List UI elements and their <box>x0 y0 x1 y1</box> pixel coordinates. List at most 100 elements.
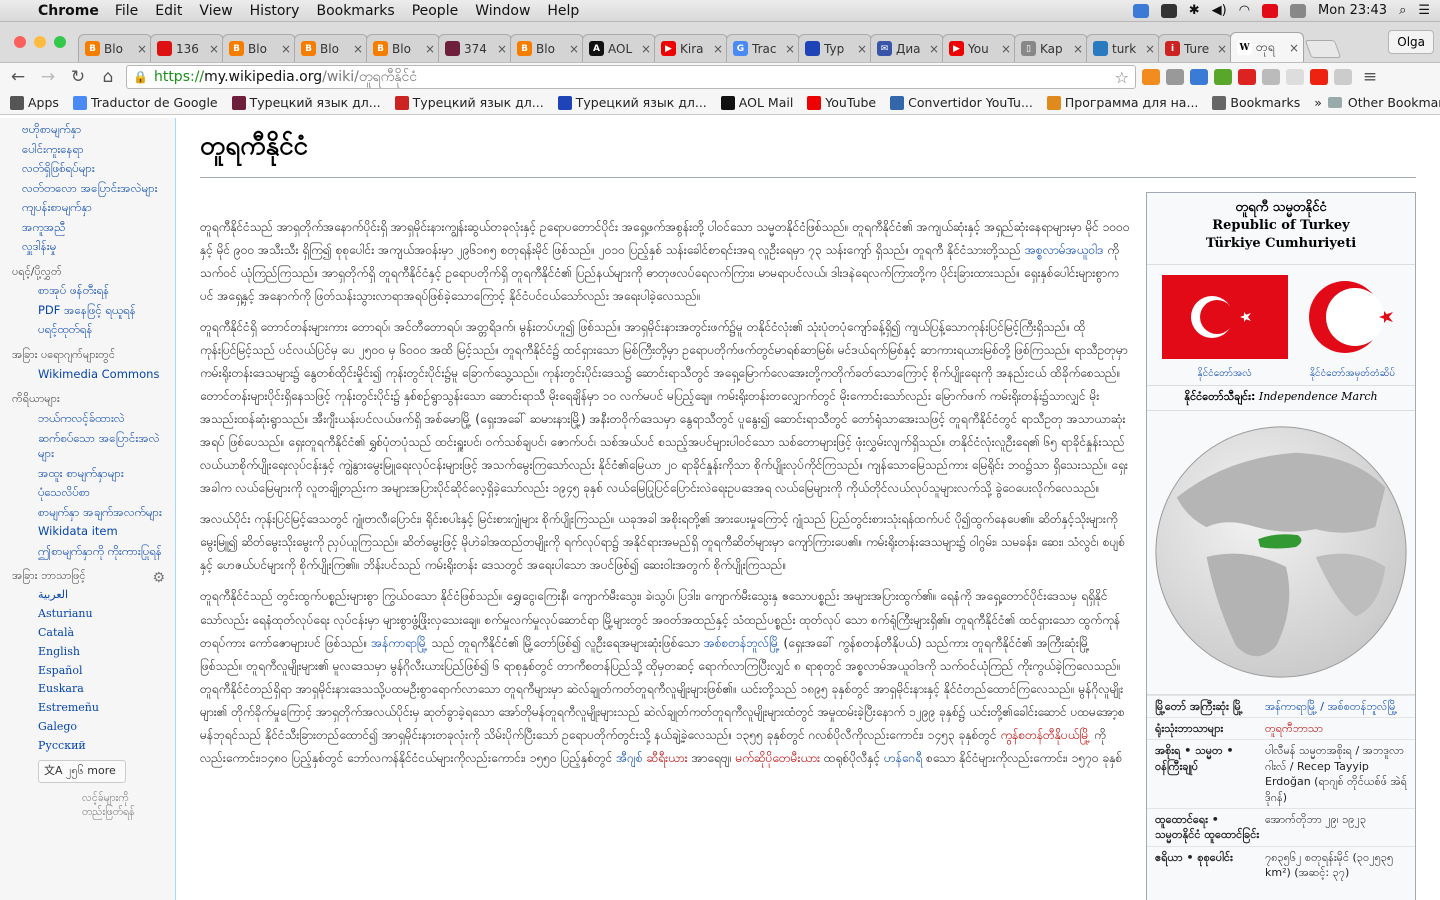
lightbulb-extension-icon[interactable] <box>1262 69 1280 85</box>
menu-window[interactable]: Window <box>475 3 530 19</box>
bookmark-star-icon[interactable]: ☆ <box>1115 68 1129 87</box>
extension-icon[interactable] <box>1166 69 1184 85</box>
sidebar-print-link[interactable]: စာအုပ် ဖန်တီးရန် <box>38 283 165 299</box>
sidebar-language-link[interactable]: Euskara <box>38 682 165 697</box>
sidebar-language-link[interactable]: Español <box>38 664 165 679</box>
browser-tab[interactable]: B Blo × <box>294 34 368 62</box>
tab-close-icon[interactable]: × <box>569 42 579 56</box>
bookmark-item[interactable]: Программа для на... <box>1046 95 1198 110</box>
tab-close-icon[interactable]: × <box>209 42 219 56</box>
browser-tab[interactable]: i Ture × <box>1158 34 1232 62</box>
browser-tab[interactable]: A AOL × <box>582 34 656 62</box>
browser-tab[interactable]: B Blo × <box>366 34 440 62</box>
menu-bookmarks[interactable]: Bookmarks <box>316 3 394 19</box>
tab-close-icon[interactable]: × <box>425 42 435 56</box>
constantinople-link[interactable]: ကွန်စတန်တီနိုပယ်မြို့ <box>1000 728 1090 742</box>
spotlight-icon[interactable]: ⌕ <box>1399 3 1406 18</box>
anthem-name[interactable]: Independence March <box>1259 390 1378 403</box>
bookmark-item[interactable]: Apps <box>10 95 59 110</box>
puzzle-extension-icon[interactable] <box>1286 69 1304 85</box>
sidebar-nav-link[interactable]: လှူဒါန်းမှု <box>22 239 165 255</box>
menu-edit[interactable]: Edit <box>155 3 182 19</box>
skype-icon[interactable] <box>1132 3 1149 18</box>
bluetooth-icon[interactable]: ✱ <box>1189 3 1200 18</box>
user-icon[interactable] <box>1290 3 1307 18</box>
sidebar-tool-link[interactable]: ဘယ်ကလင့်ခ်ထားလဲ <box>38 411 165 427</box>
browser-tab[interactable]: B Blo × <box>222 34 296 62</box>
bookmark-item[interactable]: Турецкий язык дл... <box>557 95 707 110</box>
tab-close-icon[interactable]: × <box>857 42 867 56</box>
chrome-menu-icon[interactable]: ≡ <box>1358 67 1382 87</box>
minimize-window-button[interactable] <box>34 36 46 48</box>
infobox-row-value[interactable]: အန်ကာရာမြို့ / အစ်စတန်ဘူလ်မြို့ <box>1265 699 1407 714</box>
browser-tab[interactable]: G Trac × <box>726 34 800 62</box>
sidebar-nav-link[interactable]: အကူအညီ <box>22 220 165 236</box>
tab-close-icon[interactable]: × <box>1217 42 1227 56</box>
sidebar-language-link[interactable]: العربية <box>38 588 165 603</box>
sidebar-language-link[interactable]: Galego <box>38 720 165 735</box>
sidebar-language-link[interactable]: Estremeñu <box>38 701 165 716</box>
infobox-row-value[interactable]: တူရကီဘာသာ <box>1265 721 1407 736</box>
app-menu[interactable]: Chrome <box>38 3 99 19</box>
more-bookmarks-chevron-icon[interactable]: » <box>1314 95 1322 110</box>
browser-tab[interactable]: B Blo × <box>78 34 152 62</box>
bookmark-item[interactable]: Турецкий язык дл... <box>394 95 544 110</box>
sidebar-nav-link[interactable]: လတ်ရှိဖြစ်ရပ်များ <box>22 161 165 177</box>
islam-link[interactable]: အစ္စလာမ်အယူဝါဒ <box>1025 243 1104 257</box>
sidebar-print-link[interactable]: PDF အနေဖြင့် ရယူရန် <box>38 303 165 319</box>
tab-close-icon[interactable]: × <box>1289 41 1299 55</box>
back-button[interactable]: ← <box>6 67 30 87</box>
browser-tab[interactable]: ▶ Kira × <box>654 34 728 62</box>
menu-file[interactable]: File <box>115 3 138 19</box>
location-map[interactable] <box>1147 411 1415 695</box>
profile-button[interactable]: Olga <box>1388 30 1434 54</box>
sidebar-tool-link[interactable]: Wikidata item <box>38 524 165 540</box>
bookmark-item[interactable]: Traductor de Google <box>72 95 218 110</box>
forward-button[interactable]: → <box>36 67 60 87</box>
wifi-icon[interactable]: ◠ <box>1239 3 1250 18</box>
globe-map-image[interactable] <box>1147 417 1415 687</box>
browser-tab[interactable]: ✉ Диа × <box>870 34 944 62</box>
emblem-caption[interactable]: နိုင်ငံတော်အမှတ်တံဆိပ် <box>1305 366 1401 381</box>
syria-link[interactable]: ဆီရီးယား <box>646 751 687 765</box>
sidebar-nav-link[interactable]: လတ်တလော အပြောင်းအလဲများ <box>22 181 165 197</box>
tab-close-icon[interactable]: × <box>713 42 723 56</box>
browser-tab[interactable]: B Blo × <box>510 34 584 62</box>
sidebar-tool-link[interactable]: ပုံသေလိပ်စာ <box>38 485 165 501</box>
browser-tab[interactable]: 136 × <box>150 34 224 62</box>
menu-view[interactable]: View <box>199 3 232 19</box>
tab-close-icon[interactable]: × <box>1001 42 1011 56</box>
sidebar-tool-link[interactable]: စာမျက်နှာ အချက်အလက်များ <box>38 505 165 521</box>
sidebar-nav-link[interactable]: ဗဟိုစာမျက်နှာ <box>22 122 165 138</box>
hungary-link[interactable]: ဟန်ဂေရီ <box>884 751 922 765</box>
bookmark-item[interactable]: AOL Mail <box>720 95 793 110</box>
tab-close-icon[interactable]: × <box>641 42 651 56</box>
more-languages-button[interactable]: 文A ၂၅၆ more <box>38 759 126 783</box>
sidebar-tool-link[interactable]: ဤစာမျက်နှာကို ကိုးကားပြုရန် <box>38 544 165 560</box>
gear-icon[interactable]: ⚙ <box>152 569 165 588</box>
lock-icon[interactable]: 🔒 <box>133 70 148 84</box>
menu-help[interactable]: Help <box>547 3 579 19</box>
istanbul-link[interactable]: အစ်စတန်ဘူလ်မြို့ <box>704 636 780 650</box>
tab-close-icon[interactable]: × <box>1073 42 1083 56</box>
sidebar-nav-link[interactable]: ကျပန်းစာမျက်နှာ <box>22 200 165 216</box>
bookmark-item[interactable]: Турецкий язык дл... <box>231 95 381 110</box>
tab-close-icon[interactable]: × <box>785 42 795 56</box>
rss-extension-icon[interactable] <box>1142 69 1160 85</box>
flag-caption[interactable]: နိုင်ငံတော်အလံ <box>1162 366 1288 381</box>
close-window-button[interactable] <box>14 36 26 48</box>
home-button[interactable]: ⌂ <box>96 67 120 87</box>
zoom-window-button[interactable] <box>54 36 66 48</box>
tab-close-icon[interactable]: × <box>353 42 363 56</box>
menu-history[interactable]: History <box>250 3 300 19</box>
tab-close-icon[interactable]: × <box>929 42 939 56</box>
turkey-flag-image[interactable] <box>1161 274 1288 359</box>
turkey-emblem-image[interactable] <box>1305 275 1401 359</box>
browser-tab[interactable]: ▯ Kap × <box>1014 34 1088 62</box>
browser-tab[interactable]: W တုရ × <box>1230 32 1304 62</box>
volume-icon[interactable]: ◀) <box>1212 3 1227 18</box>
notification-center-icon[interactable]: ☰ <box>1418 3 1430 18</box>
vpn-extension-icon[interactable] <box>1190 69 1208 85</box>
sidebar-language-link[interactable]: Русский <box>38 739 165 754</box>
browser-tab[interactable]: ▶ You × <box>942 34 1016 62</box>
